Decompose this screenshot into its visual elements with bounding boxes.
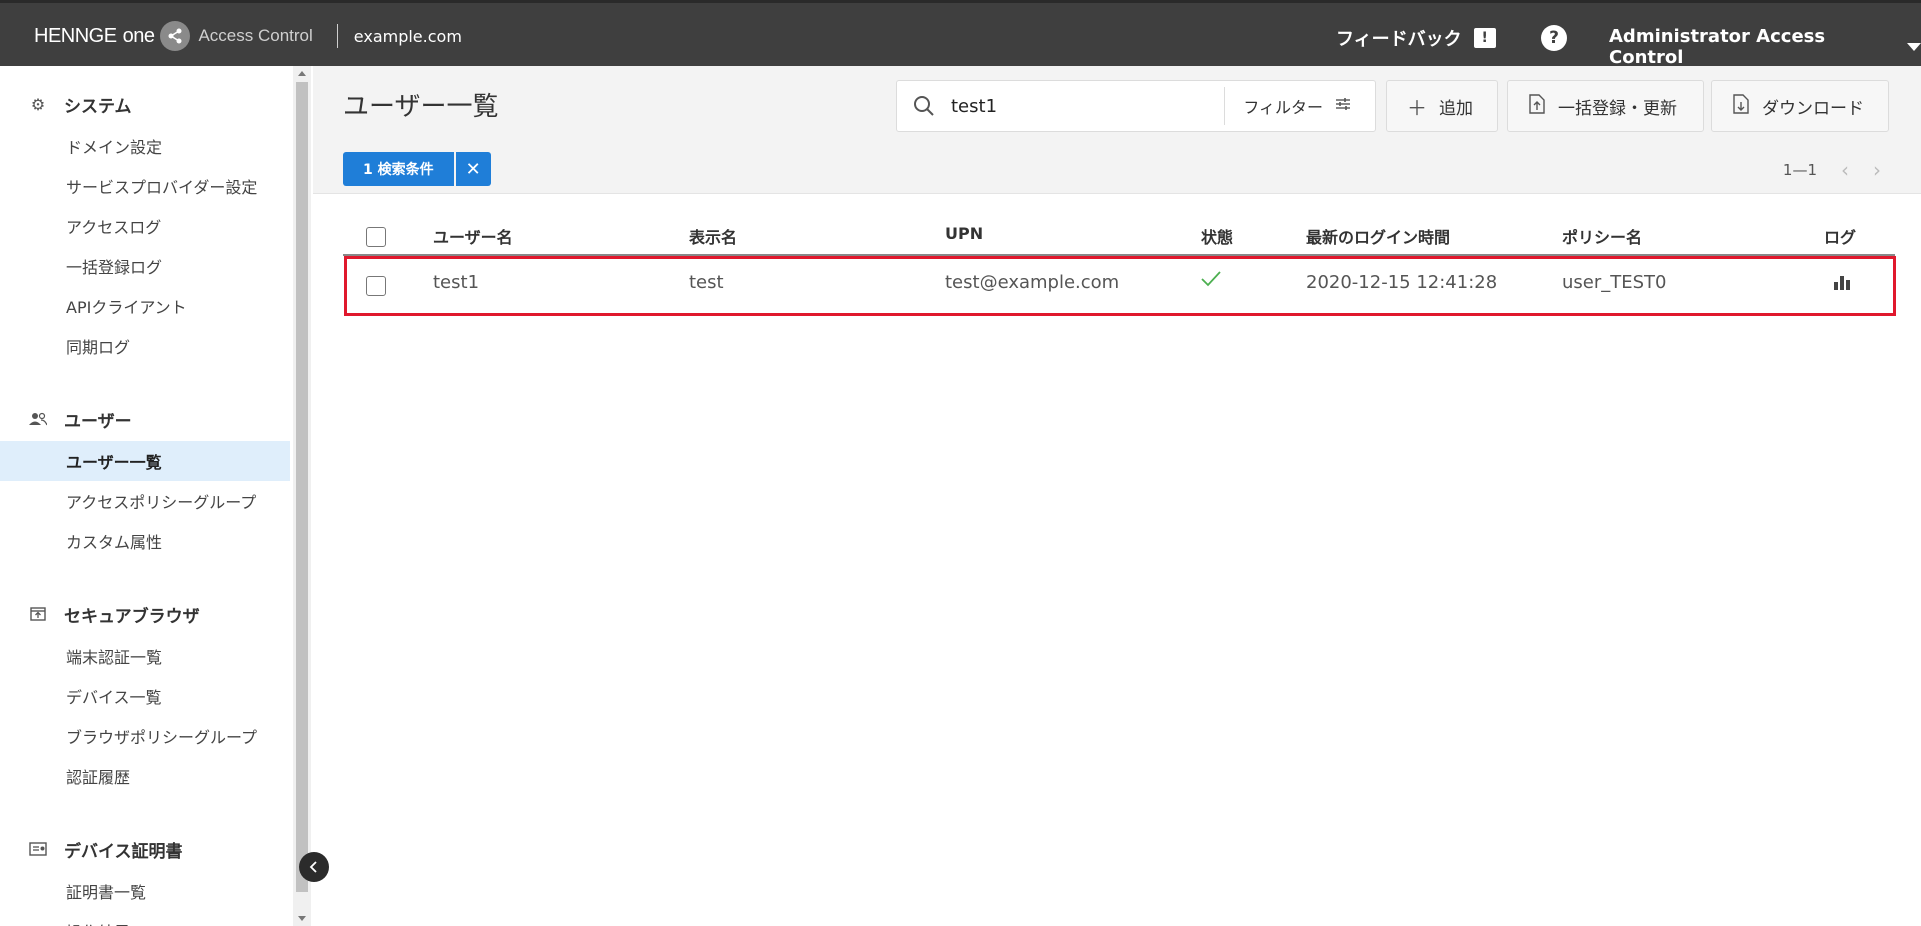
sidebar: ⚙ システム ドメイン設定 サービスプロバイダー設定 アクセスログ 一括登録ログ…: [0, 66, 293, 926]
column-username[interactable]: ユーザー名: [433, 224, 513, 248]
sidebar-item-sync-log[interactable]: 同期ログ: [0, 326, 290, 366]
sliders-icon: [1335, 97, 1351, 115]
brand-divider: [336, 24, 338, 48]
sidebar-item-device-auth[interactable]: 端末認証一覧: [0, 636, 290, 676]
search-condition-chip: 1 検索条件 ✕: [343, 152, 491, 186]
gear-icon: ⚙: [30, 94, 46, 114]
table-header: ユーザー名 表示名 UPN 状態 最新のログイン時間 ポリシー名 ログ: [343, 212, 1895, 256]
column-log: ログ: [1824, 228, 1857, 247]
sidebar-item-service-provider[interactable]: サービスプロバイダー設定: [0, 166, 290, 206]
plus-icon: ＋: [1407, 95, 1427, 120]
download-button[interactable]: ダウンロード: [1711, 80, 1889, 132]
collapse-sidebar-button[interactable]: [299, 852, 329, 882]
chevron-left-icon: [309, 861, 317, 873]
sidebar-section-label: デバイス証明書: [64, 841, 183, 862]
search-icon: [913, 95, 937, 117]
sidebar-item-browser-policy-group[interactable]: ブラウザポリシーグループ: [0, 716, 290, 756]
pagination: 1—1 ‹ ›: [1783, 158, 1881, 182]
brand[interactable]: HENNGE one Access Control example.com: [34, 21, 462, 51]
scroll-down-icon[interactable]: [298, 916, 306, 921]
help-icon[interactable]: ?: [1541, 25, 1567, 51]
search-input[interactable]: test1: [951, 96, 1224, 117]
column-status[interactable]: 状態: [1201, 224, 1233, 248]
domain-name: example.com: [353, 26, 462, 46]
brand-word-2: one: [122, 24, 155, 47]
sidebar-item-device-list[interactable]: デバイス一覧: [0, 676, 290, 716]
sidebar-section-label: セキュアブラウザ: [64, 606, 200, 627]
select-all-checkbox[interactable]: [366, 227, 386, 247]
sidebar-scrollbar[interactable]: [293, 66, 311, 926]
users-icon: [28, 412, 48, 426]
search-condition-button[interactable]: 1 検索条件: [343, 152, 454, 186]
feedback-icon: !: [1473, 28, 1496, 48]
sidebar-item-access-policy-group[interactable]: アクセスポリシーグループ: [0, 481, 290, 521]
add-button[interactable]: ＋ 追加: [1386, 80, 1498, 132]
row-highlight-box: [344, 256, 1896, 316]
sidebar-item-operation-results[interactable]: 操作結果: [0, 911, 290, 926]
sidebar-section-secure-browser[interactable]: セキュアブラウザ: [0, 594, 290, 634]
browser-icon: [28, 607, 48, 621]
caret-down-icon: [1907, 43, 1921, 51]
filter-button[interactable]: フィルター: [1224, 87, 1375, 125]
main-header: ユーザー一覧 test1 フィルター ＋ 追加 一括登録・更新 ダウンロード 1…: [313, 66, 1921, 194]
prev-page-icon[interactable]: ‹: [1841, 158, 1849, 182]
feedback-button[interactable]: フィードバック !: [1336, 25, 1496, 51]
account-menu[interactable]: Administrator Access Control: [1609, 26, 1921, 68]
bulk-register-label: 一括登録・更新: [1558, 98, 1677, 119]
brand-word: HENNGE: [34, 24, 117, 47]
scroll-up-icon[interactable]: [298, 71, 306, 76]
sidebar-item-custom-attributes[interactable]: カスタム属性: [0, 521, 290, 561]
upload-file-icon: [1528, 93, 1546, 119]
column-upn[interactable]: UPN: [945, 224, 983, 243]
column-display-name[interactable]: 表示名: [689, 224, 737, 248]
search-box[interactable]: test1 フィルター: [896, 80, 1376, 132]
sidebar-section-system[interactable]: ⚙ システム: [0, 84, 290, 124]
bulk-register-button[interactable]: 一括登録・更新: [1507, 80, 1704, 132]
brand-logo-icon: [160, 21, 191, 51]
sidebar-item-domain-settings[interactable]: ドメイン設定: [0, 126, 290, 166]
page-title: ユーザー一覧: [343, 92, 499, 122]
page-range: 1—1: [1782, 161, 1817, 179]
clear-conditions-icon[interactable]: ✕: [455, 152, 491, 186]
sidebar-item-auth-history[interactable]: 認証履歴: [0, 756, 290, 796]
download-file-icon: [1732, 93, 1750, 119]
filter-label: フィルター: [1243, 98, 1323, 117]
feedback-label: フィードバック: [1336, 29, 1462, 50]
top-bar: HENNGE one Access Control example.com フィ…: [0, 0, 1921, 68]
sidebar-item-api-client[interactable]: APIクライアント: [0, 286, 290, 326]
scrollbar-thumb[interactable]: [296, 82, 308, 892]
sidebar-item-bulk-log[interactable]: 一括登録ログ: [0, 246, 290, 286]
sidebar-item-cert-list[interactable]: 証明書一覧: [0, 871, 290, 911]
sidebar-section-device-cert[interactable]: デバイス証明書: [0, 829, 290, 869]
sidebar-section-users[interactable]: ユーザー: [0, 399, 290, 439]
add-label: 追加: [1439, 98, 1473, 119]
account-name: Administrator Access Control: [1609, 26, 1826, 68]
sidebar-item-user-list[interactable]: ユーザー一覧: [0, 441, 290, 481]
download-label: ダウンロード: [1762, 98, 1864, 119]
column-policy[interactable]: ポリシー名: [1562, 224, 1642, 248]
product-name: Access Control: [198, 26, 313, 45]
certificate-icon: [28, 842, 48, 856]
sidebar-item-access-log[interactable]: アクセスログ: [0, 206, 290, 246]
sidebar-section-label: ユーザー: [64, 411, 132, 432]
column-last-login[interactable]: 最新のログイン時間: [1306, 224, 1450, 248]
sidebar-section-label: システム: [64, 96, 132, 117]
next-page-icon[interactable]: ›: [1873, 158, 1881, 182]
